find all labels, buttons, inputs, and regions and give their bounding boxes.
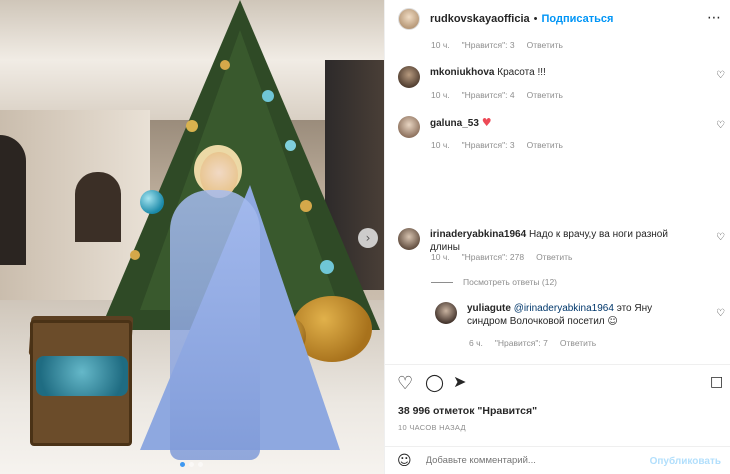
comment-username[interactable]: galuna_53: [430, 118, 479, 129]
author-username[interactable]: rudkovskayaofficia: [430, 13, 530, 25]
ornament: [130, 250, 140, 260]
carousel-dot: [198, 462, 203, 467]
comment: irinaderyabkina1964 Надо к врачу,у ва но…: [398, 228, 728, 254]
share-icon[interactable]: ➤: [453, 372, 466, 391]
comment-meta: 6 ч. "Нравится": 7 Ответить: [469, 338, 596, 348]
comment-time: 10 ч.: [431, 90, 450, 100]
heart-outline-icon[interactable]: ♡: [716, 308, 725, 319]
reply-button[interactable]: Ответить: [527, 90, 563, 100]
comment-username[interactable]: mkoniukhova: [430, 67, 494, 78]
trunk-contents: [36, 356, 128, 396]
reply-button[interactable]: Ответить: [560, 338, 596, 348]
ornament: [220, 60, 230, 70]
comment-meta: 10 ч. "Нравится": 278 Ответить: [431, 252, 572, 262]
comment-username[interactable]: irinaderyabkina1964: [430, 229, 526, 240]
comment-text: mkoniukhova Красота !!!: [430, 66, 700, 79]
comment-time: 10 ч.: [431, 40, 450, 50]
heart-outline-icon[interactable]: ♡: [716, 232, 725, 243]
more-horizontal-icon[interactable]: ⋯: [707, 10, 721, 26]
red-heart-icon: ♥: [481, 116, 492, 129]
heart-outline-icon[interactable]: ♡: [716, 120, 725, 131]
comment-likes[interactable]: "Нравится": 3: [462, 140, 515, 150]
comment-likes[interactable]: "Нравится": 278: [462, 252, 524, 262]
reply-button[interactable]: Ответить: [527, 40, 563, 50]
comment-text: galuna_53 ♥: [430, 116, 700, 130]
comment-body: Красота !!!: [497, 67, 546, 78]
view-replies-label: Посмотреть ответы (12): [463, 277, 557, 287]
avatar[interactable]: [435, 302, 457, 324]
comment-input[interactable]: [425, 455, 646, 466]
reply-button[interactable]: Ответить: [536, 252, 572, 262]
ornament: [186, 120, 198, 132]
comments-list[interactable]: 10 ч. "Нравится": 3 Ответить mkoniukhova…: [385, 38, 730, 364]
mention-link[interactable]: @irinaderyabkina1964: [514, 303, 614, 314]
separator-dot: •: [533, 13, 538, 25]
ornament: [285, 140, 296, 151]
blue-dress-bodice: [170, 190, 260, 460]
reply-button[interactable]: Ответить: [527, 140, 563, 150]
comment-text: yuliagute @irinaderyabkina1964 это Яну с…: [467, 302, 693, 328]
post-header: rudkovskayaofficia • Подписаться ⋯: [385, 0, 730, 38]
post-panel: rudkovskayaofficia • Подписаться ⋯ 10 ч.…: [384, 0, 730, 474]
blue-ornament: [140, 190, 164, 214]
comment-text: irinaderyabkina1964 Надо к врачу,у ва но…: [430, 228, 700, 254]
comment-time: 10 ч.: [431, 252, 450, 262]
publish-button[interactable]: Опубликовать: [650, 456, 721, 467]
heart-outline-icon[interactable]: ♡: [716, 70, 725, 81]
heart-outline-icon[interactable]: ♡: [397, 373, 413, 394]
emoji-icon[interactable]: ☺: [397, 453, 412, 469]
comment-meta: 10 ч. "Нравится": 3 Ответить: [431, 40, 563, 50]
comment: mkoniukhova Красота !!!: [398, 66, 728, 88]
comment-likes[interactable]: "Нравится": 4: [462, 90, 515, 100]
comment-bar: ☺ Опубликовать: [385, 446, 730, 474]
carousel-dot: [189, 462, 194, 467]
comment-icon[interactable]: ◯: [425, 373, 444, 393]
carousel-dots: [180, 462, 203, 467]
likes-count[interactable]: 38 996 отметок "Нравится": [398, 405, 537, 417]
carousel-dot-active: [180, 462, 185, 467]
comment: galuna_53 ♥: [398, 116, 728, 138]
reply-comment: yuliagute @irinaderyabkina1964 это Яну с…: [435, 302, 725, 328]
comment-time: 10 ч.: [431, 140, 450, 150]
grin-emoji-icon: ☺: [607, 316, 618, 327]
comment-username[interactable]: yuliagute: [467, 303, 511, 314]
next-photo-button[interactable]: ›: [358, 228, 378, 248]
comment-time: 6 ч.: [469, 338, 483, 348]
avatar[interactable]: [398, 8, 420, 30]
avatar[interactable]: [398, 116, 420, 138]
ornament: [262, 90, 274, 102]
action-bar: [385, 364, 730, 365]
bookmark-icon[interactable]: □: [710, 374, 723, 390]
comment-likes[interactable]: "Нравится": 3: [462, 40, 515, 50]
avatar[interactable]: [398, 66, 420, 88]
post-photo[interactable]: ›: [0, 0, 384, 474]
avatar[interactable]: [398, 228, 420, 250]
comment-likes[interactable]: "Нравится": 7: [495, 338, 548, 348]
comment-meta: 10 ч. "Нравится": 4 Ответить: [431, 90, 563, 100]
divider: [431, 281, 453, 283]
view-replies-button[interactable]: Посмотреть ответы (12): [431, 277, 557, 287]
post-time[interactable]: 10 часов назад: [398, 423, 466, 432]
follow-button[interactable]: Подписаться: [542, 13, 614, 25]
doorway: [0, 135, 26, 265]
comment-meta: 10 ч. "Нравится": 3 Ответить: [431, 140, 563, 150]
